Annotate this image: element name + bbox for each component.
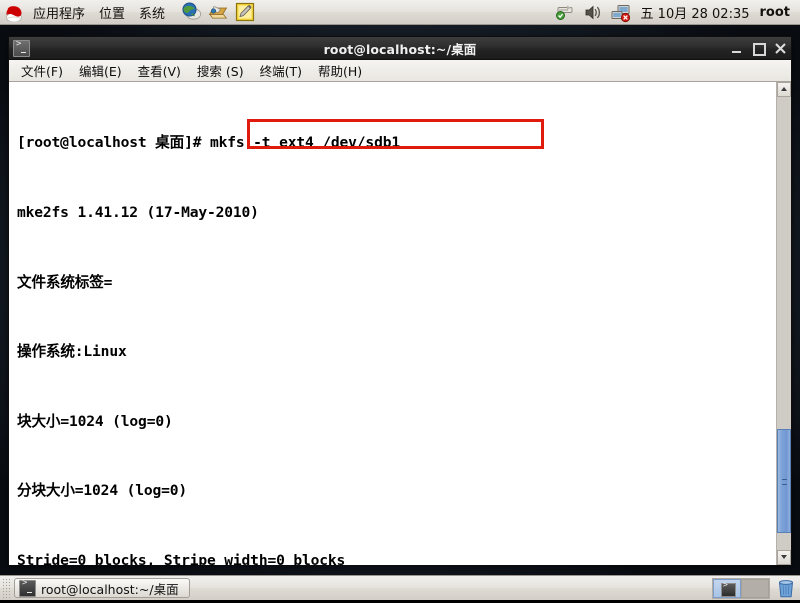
evolution-mail-icon[interactable] [207, 1, 229, 23]
top-panel: 应用程序 位置 系统 [0, 0, 800, 25]
update-manager-icon[interactable] [554, 2, 575, 23]
menu-file[interactable]: 文件(F) [13, 59, 71, 82]
desktop-area: root@localhost:~/桌面 文件(F) 编辑(E) 查看(V) 搜索… [0, 25, 800, 575]
network-disconnected-icon[interactable] [610, 2, 631, 23]
terminal-line: [root@localhost 桌面]# mkfs -t ext4 /dev/s… [17, 131, 776, 154]
terminal-output[interactable]: [root@localhost 桌面]# mkfs -t ext4 /dev/s… [9, 82, 776, 565]
text-editor-icon[interactable] [234, 1, 256, 23]
window-title: root@localhost:~/桌面 [9, 39, 791, 58]
scrollbar-thumb[interactable] [777, 429, 791, 533]
terminal-line: Stride=0 blocks, Stripe width=0 blocks [17, 549, 776, 565]
scrollbar-track[interactable] [777, 97, 791, 550]
window-titlebar[interactable]: root@localhost:~/桌面 [9, 37, 791, 60]
workspace-window-thumbnail [721, 583, 736, 597]
terminal-line: mke2fs 1.41.12 (17-May-2010) [17, 201, 776, 224]
terminal-scrollbar[interactable] [776, 82, 791, 565]
panel-launchers [180, 1, 256, 23]
bottom-panel: root@localhost:~/桌面 [0, 575, 800, 600]
menu-applications[interactable]: 应用程序 [26, 1, 92, 24]
scroll-up-icon[interactable] [777, 82, 791, 97]
terminal-icon [19, 580, 36, 597]
terminal-line: 文件系统标签= [17, 271, 776, 294]
menu-places[interactable]: 位置 [92, 1, 132, 24]
window-buttons [730, 37, 787, 59]
taskbar-item-label: root@localhost:~/桌面 [41, 579, 179, 598]
workspace-1[interactable] [713, 579, 741, 598]
firefox-icon[interactable] [180, 1, 202, 23]
taskbar-item-terminal[interactable]: root@localhost:~/桌面 [14, 578, 190, 598]
terminal-line: 块大小=1024 (log=0) [17, 410, 776, 433]
workspace-2[interactable] [741, 579, 769, 598]
scroll-down-icon[interactable] [777, 550, 791, 565]
menu-view[interactable]: 查看(V) [130, 59, 189, 82]
trash-icon[interactable] [776, 578, 796, 599]
menu-terminal[interactable]: 终端(T) [252, 59, 310, 82]
maximize-icon[interactable] [752, 42, 765, 55]
workspace-switcher[interactable] [712, 578, 770, 599]
menu-edit[interactable]: 编辑(E) [71, 59, 130, 82]
terminal-line: 分块大小=1024 (log=0) [17, 479, 776, 502]
system-tray [554, 2, 635, 23]
clock[interactable]: 五 10月 28 02:35 [635, 3, 756, 22]
terminal-menubar: 文件(F) 编辑(E) 查看(V) 搜索 (S) 终端(T) 帮助(H) [9, 60, 791, 82]
terminal-line: 操作系统:Linux [17, 340, 776, 363]
menu-help[interactable]: 帮助(H) [310, 59, 370, 82]
minimize-icon[interactable] [730, 42, 743, 55]
terminal-icon [13, 40, 30, 57]
panel-drag-handle[interactable] [2, 578, 10, 599]
panel-menu: 应用程序 位置 系统 [26, 0, 172, 25]
desktop-screen: 应用程序 位置 系统 [0, 0, 800, 600]
close-icon[interactable] [774, 42, 787, 55]
terminal-body[interactable]: [root@localhost 桌面]# mkfs -t ext4 /dev/s… [9, 82, 791, 565]
terminal-window: root@localhost:~/桌面 文件(F) 编辑(E) 查看(V) 搜索… [8, 36, 792, 565]
redhat-logo-icon[interactable] [2, 1, 26, 24]
menu-system[interactable]: 系统 [132, 1, 172, 24]
current-user-label[interactable]: root [756, 5, 800, 20]
menu-search[interactable]: 搜索 (S) [189, 59, 252, 82]
volume-icon[interactable] [582, 2, 603, 23]
